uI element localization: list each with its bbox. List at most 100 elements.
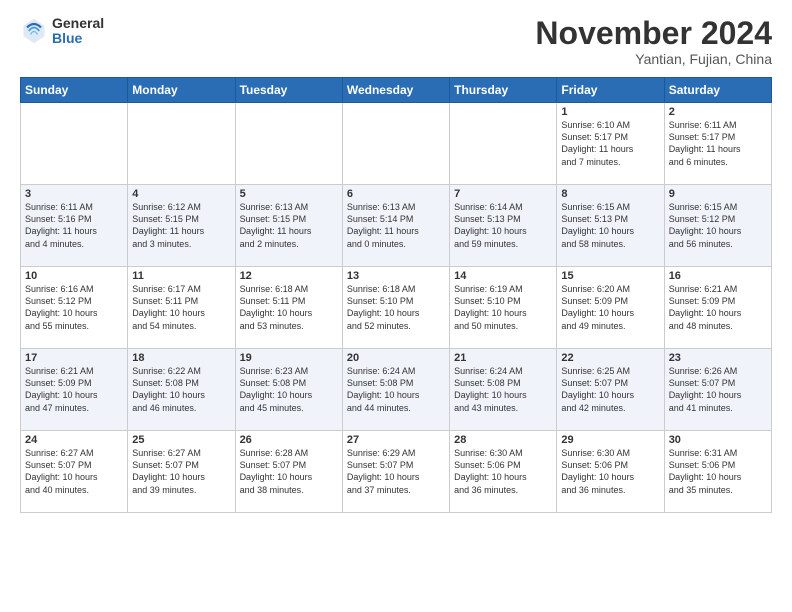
cell-info: Sunrise: 6:25 AMSunset: 5:07 PMDaylight:… [561,365,659,414]
table-row: 22Sunrise: 6:25 AMSunset: 5:07 PMDayligh… [557,349,664,431]
month-title: November 2024 [535,16,772,51]
cell-info: Sunrise: 6:10 AMSunset: 5:17 PMDaylight:… [561,119,659,168]
day-number: 3 [25,188,123,200]
cell-info: Sunrise: 6:22 AMSunset: 5:08 PMDaylight:… [132,365,230,414]
cell-info: Sunrise: 6:27 AMSunset: 5:07 PMDaylight:… [25,447,123,496]
table-row [342,103,449,185]
table-row: 20Sunrise: 6:24 AMSunset: 5:08 PMDayligh… [342,349,449,431]
day-number: 16 [669,270,767,282]
day-number: 4 [132,188,230,200]
calendar-week-row: 1Sunrise: 6:10 AMSunset: 5:17 PMDaylight… [21,103,772,185]
location-subtitle: Yantian, Fujian, China [535,51,772,67]
day-number: 20 [347,352,445,364]
table-row: 4Sunrise: 6:12 AMSunset: 5:15 PMDaylight… [128,185,235,267]
cell-info: Sunrise: 6:31 AMSunset: 5:06 PMDaylight:… [669,447,767,496]
day-number: 9 [669,188,767,200]
logo-blue-text: Blue [52,31,104,46]
day-number: 11 [132,270,230,282]
table-row: 23Sunrise: 6:26 AMSunset: 5:07 PMDayligh… [664,349,771,431]
col-saturday: Saturday [664,78,771,103]
logo-icon [20,17,48,45]
cell-info: Sunrise: 6:29 AMSunset: 5:07 PMDaylight:… [347,447,445,496]
table-row: 16Sunrise: 6:21 AMSunset: 5:09 PMDayligh… [664,267,771,349]
day-number: 17 [25,352,123,364]
cell-info: Sunrise: 6:27 AMSunset: 5:07 PMDaylight:… [132,447,230,496]
logo: General Blue [20,16,104,47]
cell-info: Sunrise: 6:24 AMSunset: 5:08 PMDaylight:… [454,365,552,414]
calendar-header-row: Sunday Monday Tuesday Wednesday Thursday… [21,78,772,103]
table-row [128,103,235,185]
day-number: 19 [240,352,338,364]
cell-info: Sunrise: 6:15 AMSunset: 5:13 PMDaylight:… [561,201,659,250]
col-tuesday: Tuesday [235,78,342,103]
day-number: 14 [454,270,552,282]
title-block: November 2024 Yantian, Fujian, China [535,16,772,67]
cell-info: Sunrise: 6:23 AMSunset: 5:08 PMDaylight:… [240,365,338,414]
cell-info: Sunrise: 6:11 AMSunset: 5:17 PMDaylight:… [669,119,767,168]
table-row: 5Sunrise: 6:13 AMSunset: 5:15 PMDaylight… [235,185,342,267]
col-sunday: Sunday [21,78,128,103]
table-row: 3Sunrise: 6:11 AMSunset: 5:16 PMDaylight… [21,185,128,267]
calendar-week-row: 3Sunrise: 6:11 AMSunset: 5:16 PMDaylight… [21,185,772,267]
table-row [235,103,342,185]
cell-info: Sunrise: 6:14 AMSunset: 5:13 PMDaylight:… [454,201,552,250]
cell-info: Sunrise: 6:16 AMSunset: 5:12 PMDaylight:… [25,283,123,332]
table-row: 11Sunrise: 6:17 AMSunset: 5:11 PMDayligh… [128,267,235,349]
day-number: 29 [561,434,659,446]
cell-info: Sunrise: 6:11 AMSunset: 5:16 PMDaylight:… [25,201,123,250]
cell-info: Sunrise: 6:26 AMSunset: 5:07 PMDaylight:… [669,365,767,414]
table-row: 14Sunrise: 6:19 AMSunset: 5:10 PMDayligh… [450,267,557,349]
table-row [450,103,557,185]
day-number: 12 [240,270,338,282]
day-number: 1 [561,106,659,118]
calendar-week-row: 17Sunrise: 6:21 AMSunset: 5:09 PMDayligh… [21,349,772,431]
table-row: 19Sunrise: 6:23 AMSunset: 5:08 PMDayligh… [235,349,342,431]
table-row: 2Sunrise: 6:11 AMSunset: 5:17 PMDaylight… [664,103,771,185]
calendar-week-row: 10Sunrise: 6:16 AMSunset: 5:12 PMDayligh… [21,267,772,349]
day-number: 25 [132,434,230,446]
cell-info: Sunrise: 6:13 AMSunset: 5:14 PMDaylight:… [347,201,445,250]
table-row: 30Sunrise: 6:31 AMSunset: 5:06 PMDayligh… [664,431,771,513]
page: General Blue November 2024 Yantian, Fuji… [0,0,792,612]
cell-info: Sunrise: 6:13 AMSunset: 5:15 PMDaylight:… [240,201,338,250]
table-row: 29Sunrise: 6:30 AMSunset: 5:06 PMDayligh… [557,431,664,513]
day-number: 15 [561,270,659,282]
header: General Blue November 2024 Yantian, Fuji… [20,16,772,67]
day-number: 8 [561,188,659,200]
day-number: 10 [25,270,123,282]
table-row: 9Sunrise: 6:15 AMSunset: 5:12 PMDaylight… [664,185,771,267]
table-row: 18Sunrise: 6:22 AMSunset: 5:08 PMDayligh… [128,349,235,431]
cell-info: Sunrise: 6:24 AMSunset: 5:08 PMDaylight:… [347,365,445,414]
day-number: 26 [240,434,338,446]
table-row: 1Sunrise: 6:10 AMSunset: 5:17 PMDaylight… [557,103,664,185]
cell-info: Sunrise: 6:30 AMSunset: 5:06 PMDaylight:… [454,447,552,496]
table-row: 28Sunrise: 6:30 AMSunset: 5:06 PMDayligh… [450,431,557,513]
day-number: 22 [561,352,659,364]
logo-general-text: General [52,16,104,31]
day-number: 2 [669,106,767,118]
table-row: 12Sunrise: 6:18 AMSunset: 5:11 PMDayligh… [235,267,342,349]
table-row: 10Sunrise: 6:16 AMSunset: 5:12 PMDayligh… [21,267,128,349]
cell-info: Sunrise: 6:20 AMSunset: 5:09 PMDaylight:… [561,283,659,332]
col-monday: Monday [128,78,235,103]
table-row [21,103,128,185]
cell-info: Sunrise: 6:15 AMSunset: 5:12 PMDaylight:… [669,201,767,250]
table-row: 27Sunrise: 6:29 AMSunset: 5:07 PMDayligh… [342,431,449,513]
col-thursday: Thursday [450,78,557,103]
cell-info: Sunrise: 6:28 AMSunset: 5:07 PMDaylight:… [240,447,338,496]
calendar-week-row: 24Sunrise: 6:27 AMSunset: 5:07 PMDayligh… [21,431,772,513]
cell-info: Sunrise: 6:18 AMSunset: 5:11 PMDaylight:… [240,283,338,332]
table-row: 26Sunrise: 6:28 AMSunset: 5:07 PMDayligh… [235,431,342,513]
table-row: 15Sunrise: 6:20 AMSunset: 5:09 PMDayligh… [557,267,664,349]
day-number: 21 [454,352,552,364]
day-number: 7 [454,188,552,200]
day-number: 18 [132,352,230,364]
cell-info: Sunrise: 6:19 AMSunset: 5:10 PMDaylight:… [454,283,552,332]
cell-info: Sunrise: 6:21 AMSunset: 5:09 PMDaylight:… [25,365,123,414]
logo-text: General Blue [52,16,104,47]
cell-info: Sunrise: 6:21 AMSunset: 5:09 PMDaylight:… [669,283,767,332]
calendar-table: Sunday Monday Tuesday Wednesday Thursday… [20,77,772,513]
day-number: 13 [347,270,445,282]
table-row: 6Sunrise: 6:13 AMSunset: 5:14 PMDaylight… [342,185,449,267]
table-row: 24Sunrise: 6:27 AMSunset: 5:07 PMDayligh… [21,431,128,513]
